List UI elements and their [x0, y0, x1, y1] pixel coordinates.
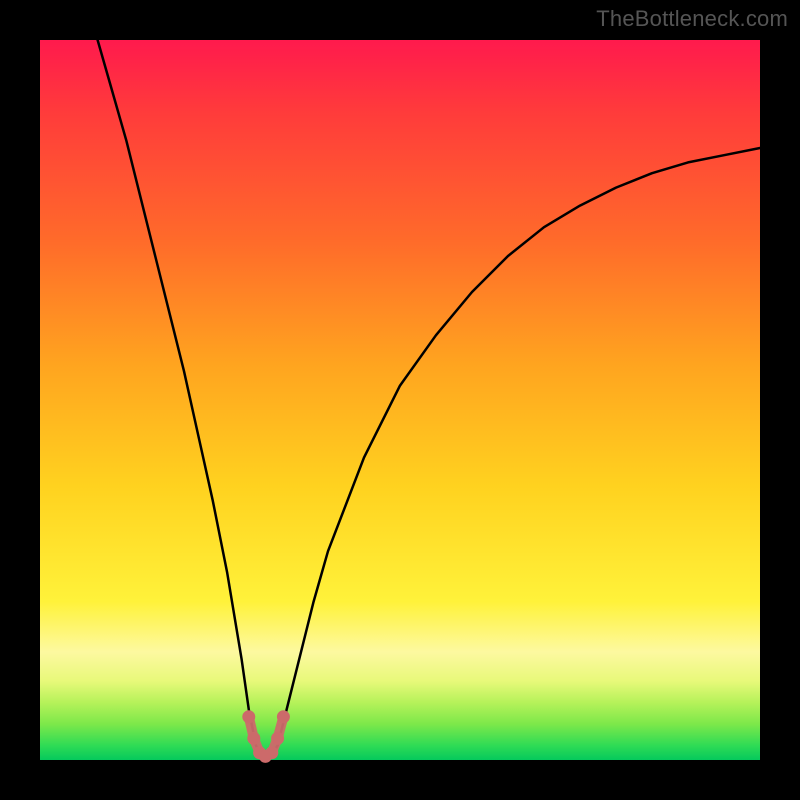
watermark-text: TheBottleneck.com [596, 6, 788, 32]
chart-frame: TheBottleneck.com [0, 0, 800, 800]
plot-area [40, 40, 760, 760]
bottleneck-curve-path [98, 40, 760, 756]
trough-marker [271, 732, 284, 745]
trough-marker [277, 710, 290, 723]
curve-layer [40, 40, 760, 760]
trough-markers [242, 710, 290, 763]
trough-marker [242, 710, 255, 723]
bottleneck-curve [98, 40, 760, 756]
trough-marker [247, 732, 260, 745]
trough-marker [265, 746, 278, 759]
